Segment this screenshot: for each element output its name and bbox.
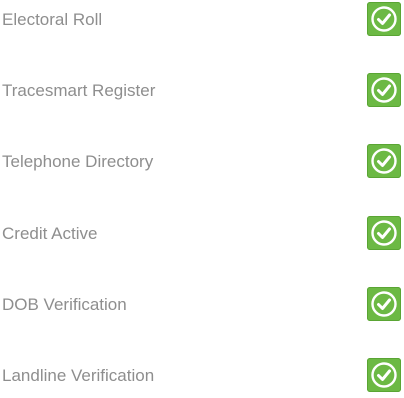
- check-row-tracesmart-register: Tracesmart Register: [0, 73, 404, 109]
- check-circle-icon: [367, 287, 401, 321]
- check-label: Tracesmart Register: [2, 81, 156, 100]
- check-circle-icon: [367, 216, 401, 250]
- verification-check-list: Electoral Roll Tracesmart Register Telep…: [0, 0, 404, 398]
- check-row-telephone-directory: Telephone Directory: [0, 144, 404, 180]
- check-row-dob-verification: DOB Verification: [0, 287, 404, 323]
- check-circle-icon: [367, 2, 401, 36]
- check-label: Landline Verification: [2, 366, 155, 385]
- check-row-landline-verification: Landline Verification: [0, 358, 404, 394]
- check-label: Telephone Directory: [2, 152, 154, 171]
- check-label: Electoral Roll: [2, 10, 103, 29]
- check-circle-icon: [367, 358, 401, 392]
- check-row-credit-active: Credit Active: [0, 216, 404, 252]
- check-label: DOB Verification: [2, 295, 127, 314]
- check-circle-icon: [367, 73, 401, 107]
- check-circle-icon: [367, 144, 401, 178]
- check-row-electoral-roll: Electoral Roll: [0, 2, 404, 38]
- check-label: Credit Active: [2, 224, 98, 243]
